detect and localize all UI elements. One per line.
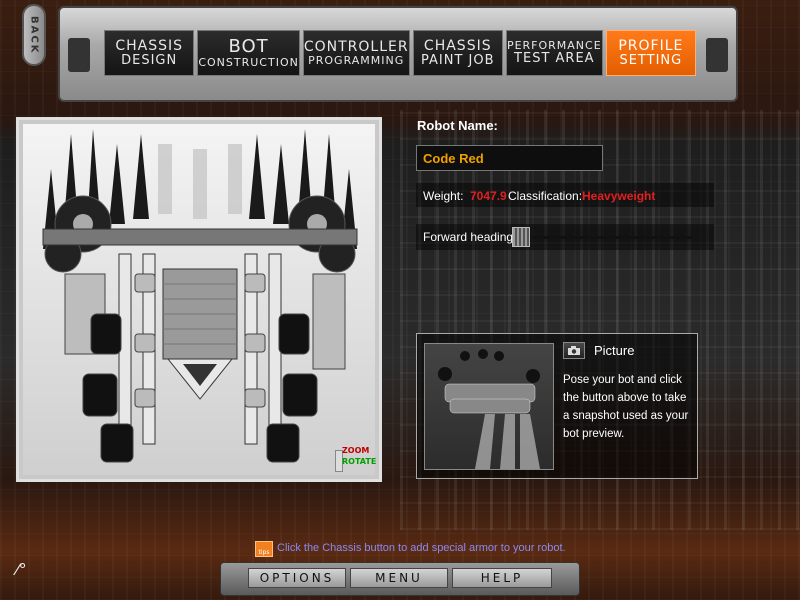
tab-label-line1: CHASSIS: [423, 37, 492, 54]
tab-profile-setting[interactable]: PROFILE SETTING: [605, 30, 697, 76]
forward-heading-slider[interactable]: [512, 227, 530, 247]
camera-icon: [568, 346, 580, 355]
tips-icon-label: tips: [258, 549, 270, 556]
robot-render[interactable]: [23, 124, 375, 475]
tab-chassis-design[interactable]: CHASSIS DESIGN: [104, 30, 195, 76]
classification-label: Classification:: [508, 189, 583, 203]
weight-value: 7047.9: [470, 189, 507, 203]
tab-label-line1: BOT: [228, 35, 269, 57]
tab-label-line1: CHASSIS: [115, 37, 183, 54]
preview-image: [438, 349, 540, 469]
menu-button[interactable]: MENU: [350, 568, 448, 588]
forward-heading-track[interactable]: [532, 236, 692, 239]
back-button[interactable]: BACK: [22, 4, 46, 66]
classification-value: Heavyweight: [582, 189, 656, 203]
tab-label-line2: CONSTRUCTION: [198, 55, 299, 69]
tab-performance-test-area[interactable]: PERFORMANCE TEST AREA: [505, 30, 603, 76]
bot-preview-thumbnail: [424, 343, 554, 470]
help-button[interactable]: HELP: [452, 568, 552, 588]
tip-text: Click the Chassis button to add special …: [277, 542, 566, 554]
weight-label: Weight:: [423, 189, 464, 203]
robot-name-label: Robot Name:: [417, 118, 498, 133]
picture-title: Picture: [594, 343, 635, 358]
tab-label-line1: PROFILE: [618, 37, 684, 54]
loading-spinner-icon: ⁄°: [16, 560, 27, 579]
tab-label-line2: TEST AREA: [514, 50, 595, 66]
tab-chassis-paint-job[interactable]: CHASSIS PAINT JOB: [412, 30, 503, 76]
robot-model-image: [42, 129, 358, 463]
tab-label-line2: SETTING: [619, 52, 683, 68]
tab-label-line2: PROGRAMMING: [308, 53, 405, 67]
camera-snapshot-button[interactable]: [563, 342, 585, 359]
options-button[interactable]: OPTIONS: [248, 568, 346, 588]
tab-label-line1: CONTROLLER: [303, 38, 409, 55]
picture-description: Pose your bot and click the button above…: [563, 374, 689, 440]
tab-controller-programming[interactable]: CONTROLLER PROGRAMMING: [302, 30, 410, 76]
tab-label-line2: DESIGN: [121, 52, 178, 68]
robot-name-input[interactable]: Code Red: [416, 145, 603, 171]
main-nav: CHASSIS DESIGN BOT CONSTRUCTION CONTROLL…: [104, 30, 697, 76]
tab-label-line2: PAINT JOB: [421, 52, 495, 68]
back-button-label: BACK: [28, 15, 40, 55]
tips-icon: tips: [255, 541, 273, 557]
robot-viewer[interactable]: [16, 117, 382, 482]
rotate-hint: ROTATE: [342, 457, 377, 466]
forward-heading-label: Forward heading:: [423, 230, 517, 244]
tab-bot-construction[interactable]: BOT CONSTRUCTION: [197, 30, 300, 76]
zoom-hint: ZOOM: [342, 446, 370, 455]
